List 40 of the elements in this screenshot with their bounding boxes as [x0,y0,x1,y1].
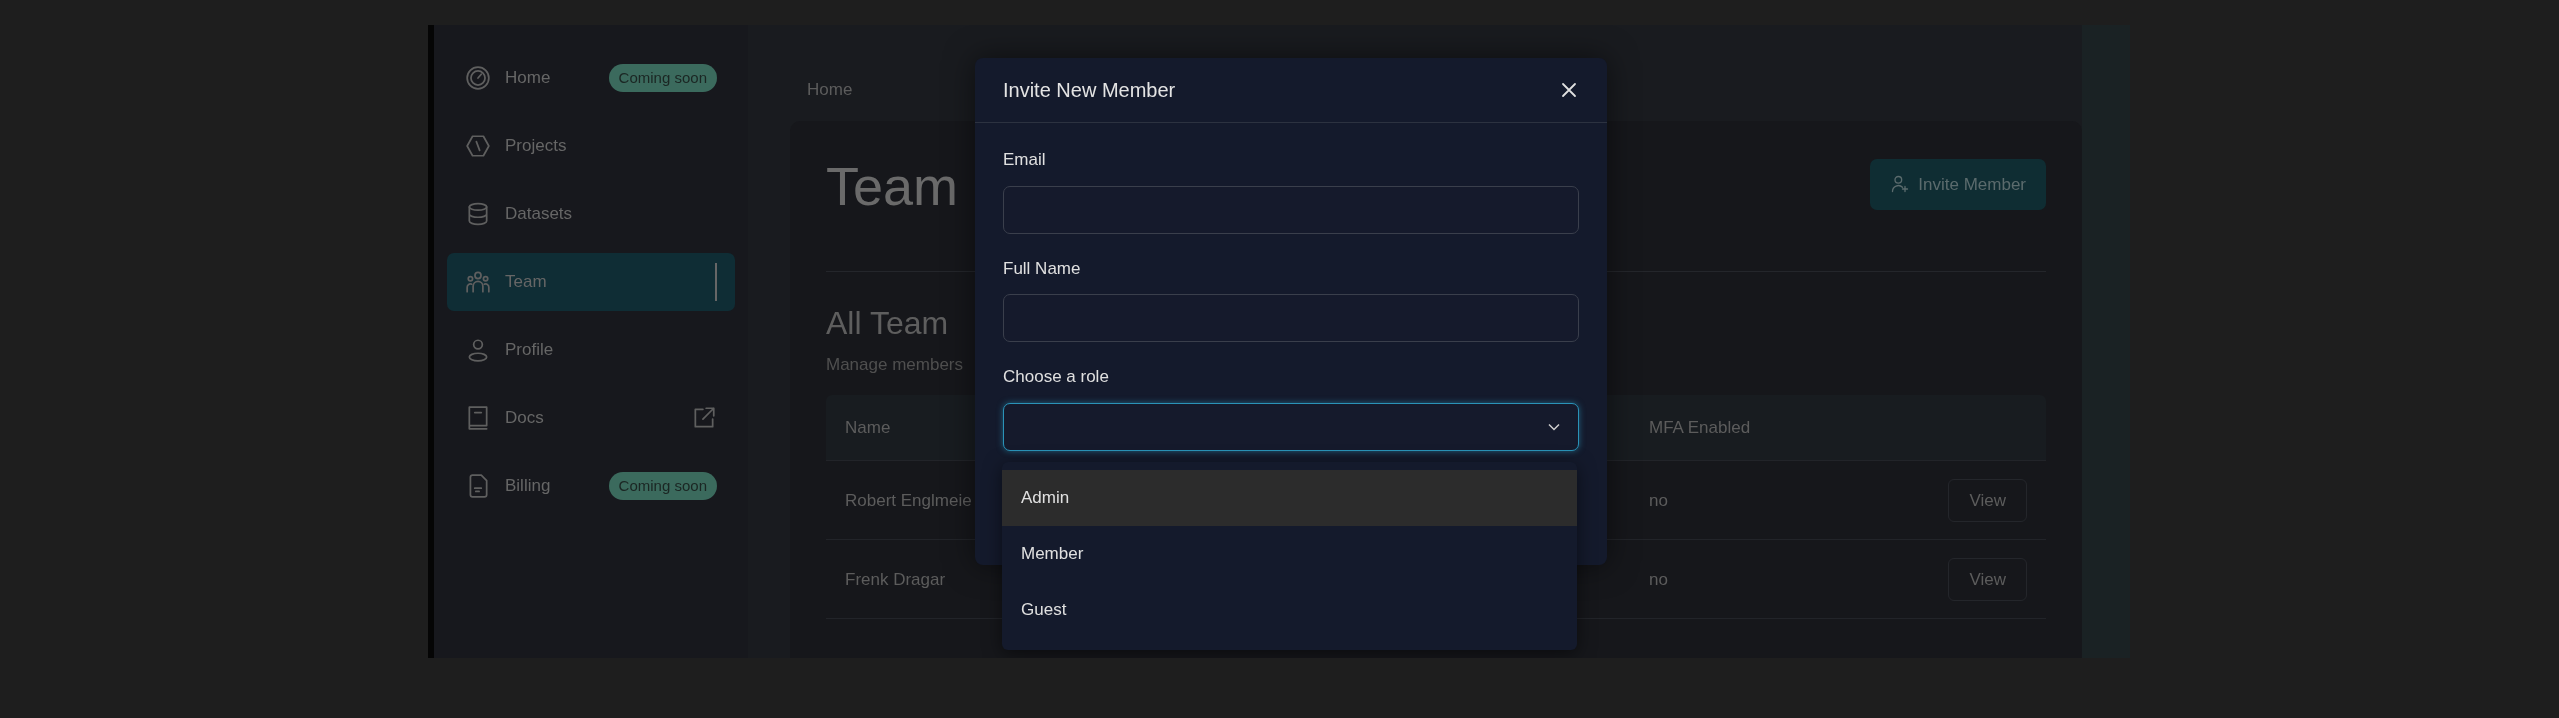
role-select[interactable] [1003,402,1579,451]
table-cell-text: no [1648,568,1669,591]
input-field[interactable] [1003,185,1579,234]
coming-soon-badge: Coming soon [608,63,717,93]
table-cell: Robert Englmeie [845,490,972,510]
field-label: Email [1003,149,1047,171]
sidebar-item[interactable]: Datasets [447,185,735,243]
section-subtitle: Manage members [826,353,963,376]
dropdown-option[interactable]: Admin [1002,470,1577,526]
hexagon-icon [465,133,491,159]
active-indicator [715,263,717,301]
view-button[interactable]: View [1948,478,2027,523]
coming-soon-badge: Coming soon [608,471,717,501]
field-label: Choose a role [1003,366,1110,388]
section-title: All Team [826,303,949,342]
close-button[interactable] [1559,80,1579,100]
external-link-icon [691,405,717,431]
sidebar-item[interactable]: Team [447,253,735,311]
dropdown-option[interactable]: Member [1002,526,1577,582]
modal-title: Invite New Member [1003,78,1176,103]
sidebar-item[interactable]: Billing Coming soon [447,457,735,515]
sidebar-item[interactable]: Projects [447,117,735,175]
table-cell: Frenk Dragar [845,569,946,589]
database-icon [465,201,491,227]
invite-member-button[interactable]: Invite Member [1870,158,2046,210]
people-icon [465,269,491,295]
page-title: Team [826,158,959,213]
sidebar-item[interactable]: Docs [447,389,735,447]
table-cell-text: no [1648,489,1669,512]
input-field[interactable] [1003,294,1579,342]
gauge-icon [465,65,491,91]
book-icon [465,405,491,431]
dropdown-option[interactable]: Guest [1002,582,1577,638]
sidebar-item[interactable]: Home Coming soon [447,49,735,107]
sidebar-item[interactable]: Profile [447,321,735,379]
add-user-icon [1890,174,1911,195]
field-label: Full Name [1003,257,1082,280]
column-header: Name [845,418,891,438]
column-header: MFA Enabled [1649,418,1751,438]
view-button[interactable]: View [1948,557,2027,602]
